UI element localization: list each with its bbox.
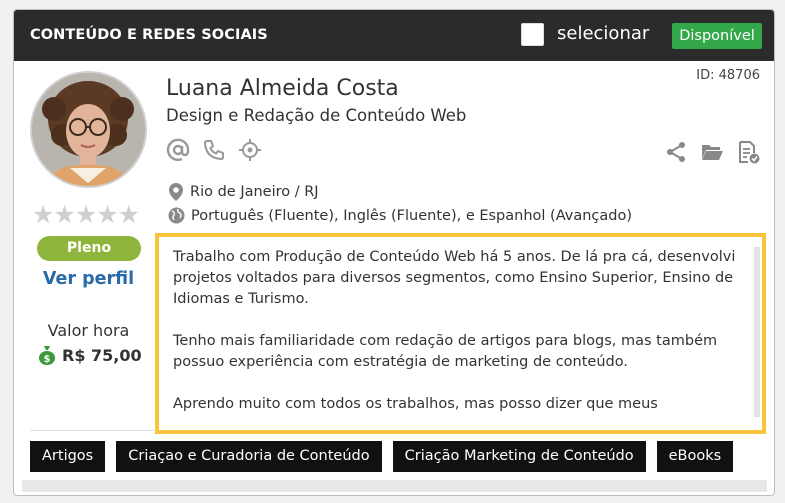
status-badge: Disponível <box>672 23 762 49</box>
skill-tag[interactable]: Criaçao e Curadoria de Conteúdo <box>116 441 382 472</box>
languages-row: Português (Fluente), Inglês (Fluente), e… <box>168 207 632 224</box>
document-check-icon[interactable] <box>736 140 760 164</box>
action-icons <box>664 140 760 164</box>
rating-stars: ★★★★★ <box>32 200 140 229</box>
select-label[interactable]: selecionar <box>557 23 649 44</box>
freelancer-role: Design e Redação de Conteúdo Web <box>166 106 467 125</box>
hourly-rate-value: R$ 75,00 <box>62 345 142 365</box>
skill-tag[interactable]: eBooks <box>656 441 734 472</box>
divider <box>30 430 156 431</box>
view-profile-link[interactable]: Ver perfil <box>14 269 163 289</box>
horizontal-scrollbar[interactable] <box>22 480 767 492</box>
email-icon[interactable] <box>166 138 190 162</box>
avatar[interactable] <box>30 71 147 188</box>
level-badge: Pleno <box>37 236 141 261</box>
money-bag-icon: $ <box>39 346 55 365</box>
description-scrollbar[interactable] <box>754 247 760 417</box>
select-checkbox[interactable] <box>521 23 544 46</box>
globe-icon <box>168 207 185 224</box>
hourly-rate-label: Valor hora <box>47 321 130 340</box>
location-text: Rio de Janeiro / RJ <box>190 184 319 200</box>
share-icon[interactable] <box>664 140 688 164</box>
location-target-icon[interactable] <box>238 138 262 162</box>
description-paragraph: Aprendo muito com todos os trabalhos, ma… <box>173 396 658 412</box>
skill-tags: Artigos Criaçao e Curadoria de Conteúdo … <box>30 441 734 472</box>
category-title: CONTEÚDO E REDES SOCIAIS <box>30 27 268 43</box>
card-header: CONTEÚDO E REDES SOCIAIS selecionar Disp… <box>14 10 774 61</box>
freelancer-name: Luana Almeida Costa <box>166 76 399 101</box>
folder-icon[interactable] <box>700 140 724 164</box>
location-row: Rio de Janeiro / RJ <box>168 182 319 202</box>
svg-text:$: $ <box>44 354 51 365</box>
description-paragraph: Trabalho com Produção de Conteúdo Web há… <box>173 249 736 307</box>
contact-icons <box>166 138 262 162</box>
skill-tag[interactable]: Criação Marketing de Conteúdo <box>392 441 646 472</box>
hourly-rate: $ R$ 75,00 <box>38 345 142 365</box>
skill-tag[interactable]: Artigos <box>30 441 106 472</box>
freelancer-card: CONTEÚDO E REDES SOCIAIS selecionar Disp… <box>13 9 775 496</box>
map-pin-icon <box>169 183 183 201</box>
description-box[interactable]: Trabalho com Produção de Conteúdo Web há… <box>155 233 766 434</box>
phone-icon[interactable] <box>202 138 226 162</box>
description-paragraph: Tenho mais familiaridade com redação de … <box>173 333 718 370</box>
freelancer-id: ID: 48706 <box>696 68 760 83</box>
avatar-image <box>32 73 145 186</box>
languages-text: Português (Fluente), Inglês (Fluente), e… <box>191 207 633 224</box>
